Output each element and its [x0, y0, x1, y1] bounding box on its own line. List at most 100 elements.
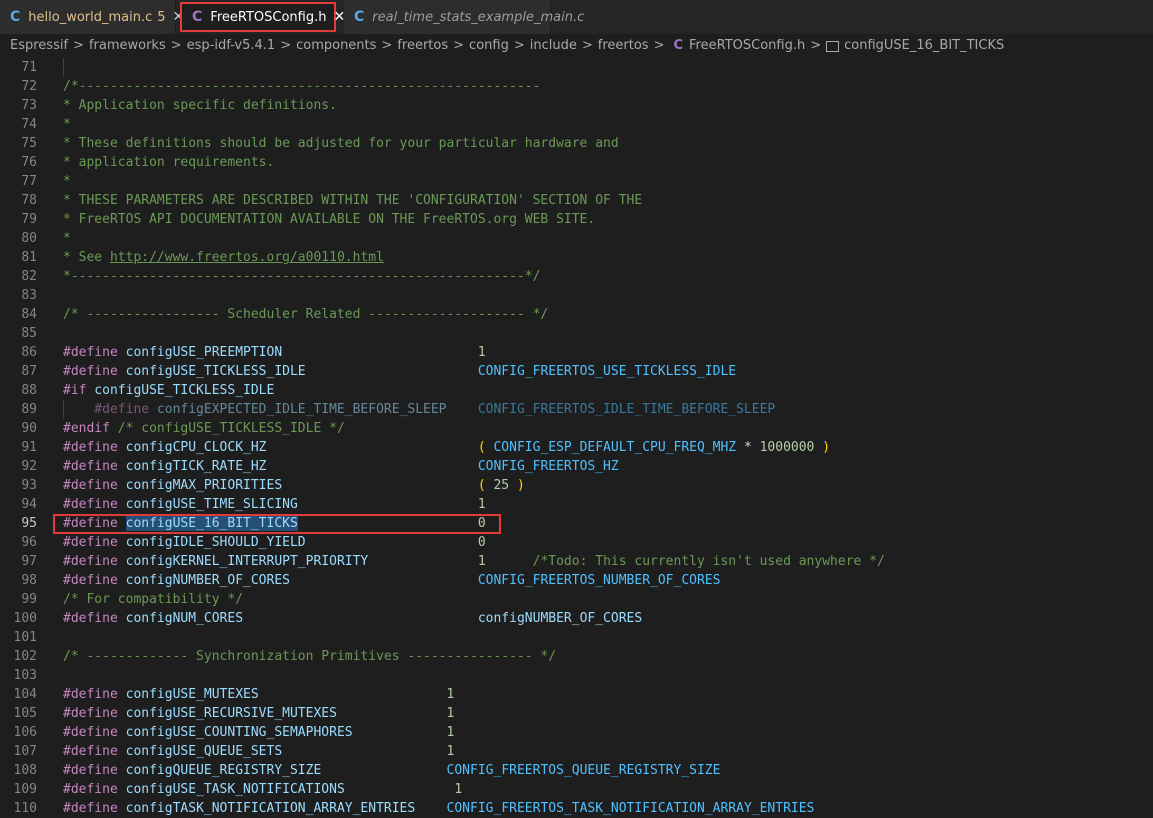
code-line[interactable]: 83 — [0, 286, 1153, 305]
breadcrumb-symbol[interactable]: configUSE_16_BIT_TICKS — [844, 38, 1004, 53]
code-line[interactable]: 87 #define configUSE_TICKLESS_IDLE CONFIG… — [0, 362, 1153, 381]
code-text: #define configCPU_CLOCK_HZ ( CONFIG_ESP_… — [63, 438, 830, 457]
code-line[interactable]: 84 /* ----------------- Scheduler Related… — [0, 305, 1153, 324]
code-token: configUSE_PREEMPTION — [117, 345, 478, 360]
code-text: * THESE PARAMETERS ARE DESCRIBED WITHIN … — [63, 191, 642, 210]
c-header-file-icon: C — [673, 37, 684, 53]
breadcrumb-item[interactable]: include — [530, 38, 577, 53]
breadcrumb-file[interactable]: FreeRTOSConfig.h — [689, 38, 805, 53]
line-number: 102 — [13, 649, 37, 664]
code-token: #define — [63, 725, 118, 740]
code-token: configCPU_CLOCK_HZ — [117, 440, 478, 455]
code-text: #define configEXPECTED_IDLE_TIME_BEFORE_… — [63, 400, 775, 419]
code-token: /*Todo: This currently isn't used anywhe… — [532, 554, 885, 569]
code-line[interactable]: 92 #define configTICK_RATE_HZ CONFIG_FREE… — [0, 457, 1153, 476]
code-line[interactable]: 81 * See http://www.freertos.org/a00110.h… — [0, 248, 1153, 267]
breadcrumb-item[interactable]: freertos — [598, 38, 649, 53]
code-token: #define — [63, 459, 118, 474]
tab-real-time-stats-example[interactable]: C real_time_stats_example_main.c — [344, 0, 584, 34]
code-line[interactable]: 103 — [0, 666, 1153, 685]
tab-freertos-config[interactable]: C FreeRTOSConfig.h ✕ — [180, 2, 345, 32]
code-token: #define — [63, 687, 118, 702]
code-token: * See — [63, 250, 110, 265]
code-token: * — [63, 231, 71, 246]
code-line[interactable]: 77 * — [0, 172, 1153, 191]
code-token: /*--------------------------------------… — [63, 79, 541, 94]
code-line[interactable]: 95 #define configUSE_16_BIT_TICKS 0 — [0, 514, 1153, 533]
code-line[interactable]: 107 #define configUSE_QUEUE_SETS 1 — [0, 742, 1153, 761]
code-line[interactable]: 105 #define configUSE_RECURSIVE_MUTEXES 1 — [0, 704, 1153, 723]
line-number: 91 — [21, 440, 37, 455]
code-line[interactable]: 94 #define configUSE_TIME_SLICING 1 — [0, 495, 1153, 514]
code-token: configUSE_RECURSIVE_MUTEXES — [117, 706, 447, 721]
code-line[interactable]: 97 #define configKERNEL_INTERRUPT_PRIORIT… — [0, 552, 1153, 571]
code-text: #define configUSE_RECURSIVE_MUTEXES 1 — [63, 704, 454, 723]
code-line[interactable]: 96 #define configIDLE_SHOULD_YIELD 0 — [0, 533, 1153, 552]
line-number: 75 — [21, 136, 37, 151]
code-token: * — [63, 174, 71, 189]
line-number: 85 — [21, 326, 37, 341]
code-line[interactable]: 71 — [0, 58, 1153, 77]
code-text: #define configMAX_PRIORITIES ( 25 ) — [63, 476, 525, 495]
code-line[interactable]: 100 #define configNUM_CORES configNUMBER_… — [0, 609, 1153, 628]
code-line[interactable]: 75 * These definitions should be adjusted… — [0, 134, 1153, 153]
line-number: 84 — [21, 307, 37, 322]
code-line[interactable]: 82 *-------------------------------------… — [0, 267, 1153, 286]
code-line[interactable]: 108 #define configQUEUE_REGISTRY_SIZE CON… — [0, 761, 1153, 780]
code-line[interactable]: 79 * FreeRTOS API DOCUMENTATION AVAILABLE… — [0, 210, 1153, 229]
code-line[interactable]: 110 #define configTASK_NOTIFICATION_ARRAY… — [0, 799, 1153, 818]
line-number: 97 — [21, 554, 37, 569]
code-text: * application requirements. — [63, 153, 274, 172]
code-token: #define — [63, 573, 118, 588]
code-line[interactable]: 86 #define configUSE_PREEMPTION 1 — [0, 343, 1153, 362]
breadcrumb-item[interactable]: freertos — [397, 38, 448, 53]
code-line[interactable]: 85 — [0, 324, 1153, 343]
code-line[interactable]: 72 /*------------------------------------… — [0, 77, 1153, 96]
code-token: #define — [63, 611, 118, 626]
code-line[interactable]: 98 #define configNUMBER_OF_CORES CONFIG_F… — [0, 571, 1153, 590]
chevron-right-icon: > — [280, 37, 292, 53]
code-line[interactable]: 109 #define configUSE_TASK_NOTIFICATIONS … — [0, 780, 1153, 799]
code-token: configMAX_PRIORITIES — [117, 478, 478, 493]
breadcrumb-item[interactable]: Espressif — [10, 38, 68, 53]
tab-hello-world-main[interactable]: C hello_world_main.c 5 ✕ — [0, 0, 184, 34]
chevron-right-icon: > — [581, 37, 593, 53]
code-token: #define — [63, 402, 150, 417]
tab-label: FreeRTOSConfig.h — [210, 9, 327, 25]
code-line[interactable]: 99 /* For compatibility */ — [0, 590, 1153, 609]
code-line[interactable]: 73 * Application specific definitions. — [0, 96, 1153, 115]
code-token: 1 — [446, 725, 455, 740]
code-token: /* ----------------- Scheduler Related -… — [63, 307, 549, 322]
code-token: /* ------------- Synchronization Primiti… — [63, 649, 557, 664]
code-editor[interactable]: 71 72 /*----------------------------------… — [0, 58, 1153, 816]
breadcrumb-item[interactable]: frameworks — [89, 38, 166, 53]
code-line[interactable]: 102 /* ------------- Synchronization Prim… — [0, 647, 1153, 666]
line-number: 89 — [21, 402, 37, 417]
code-line[interactable]: 89 #define configEXPECTED_IDLE_TIME_BEFO… — [0, 400, 1153, 419]
code-token: * application requirements. — [63, 155, 275, 170]
code-line[interactable]: 93 #define configMAX_PRIORITIES ( 25 ) — [0, 476, 1153, 495]
code-token: 1 — [446, 706, 455, 721]
code-line[interactable]: 106 #define configUSE_COUNTING_SEMAPHORES… — [0, 723, 1153, 742]
code-text: #define configKERNEL_INTERRUPT_PRIORITY … — [63, 552, 885, 571]
code-line[interactable]: 74 * — [0, 115, 1153, 134]
code-token: * — [63, 117, 71, 132]
code-line[interactable]: 76 * application requirements. — [0, 153, 1153, 172]
code-line[interactable]: 90 #endif /* configUSE_TICKLESS_IDLE */ — [0, 419, 1153, 438]
code-token: CONFIG_ESP_DEFAULT_CPU_FREQ_MHZ — [485, 440, 744, 455]
breadcrumb-item[interactable]: esp-idf-v5.4.1 — [187, 38, 276, 53]
line-number: 86 — [21, 345, 37, 360]
code-line[interactable]: 104 #define configUSE_MUTEXES 1 — [0, 685, 1153, 704]
code-line[interactable]: 101 — [0, 628, 1153, 647]
code-line[interactable]: 91 #define configCPU_CLOCK_HZ ( CONFIG_ES… — [0, 438, 1153, 457]
code-token: configUSE_QUEUE_SETS — [117, 744, 447, 759]
code-token: #define — [63, 706, 118, 721]
code-text: #define configQUEUE_REGISTRY_SIZE CONFIG… — [63, 761, 720, 780]
code-line[interactable]: 80 * — [0, 229, 1153, 248]
breadcrumb-item[interactable]: components — [296, 38, 376, 53]
code-token: 0 — [477, 535, 486, 550]
code-line[interactable]: 88 #if configUSE_TICKLESS_IDLE — [0, 381, 1153, 400]
breadcrumb-item[interactable]: config — [469, 38, 509, 53]
code-line[interactable]: 78 * THESE PARAMETERS ARE DESCRIBED WITHI… — [0, 191, 1153, 210]
